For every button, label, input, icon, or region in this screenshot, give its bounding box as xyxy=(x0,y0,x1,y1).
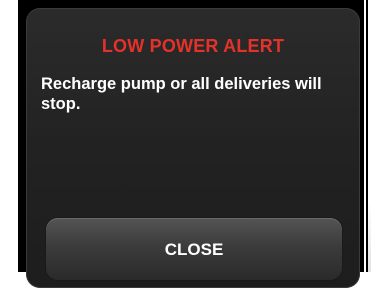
close-button-label: CLOSE xyxy=(164,240,224,259)
alert-message: Recharge pump or all deliveries will sto… xyxy=(41,75,322,113)
low-power-alert-dialog: LOW POWER ALERT Recharge pump or all del… xyxy=(26,8,360,288)
close-button[interactable]: CLOSE xyxy=(46,218,342,280)
alert-title: LOW POWER ALERT xyxy=(101,36,285,56)
